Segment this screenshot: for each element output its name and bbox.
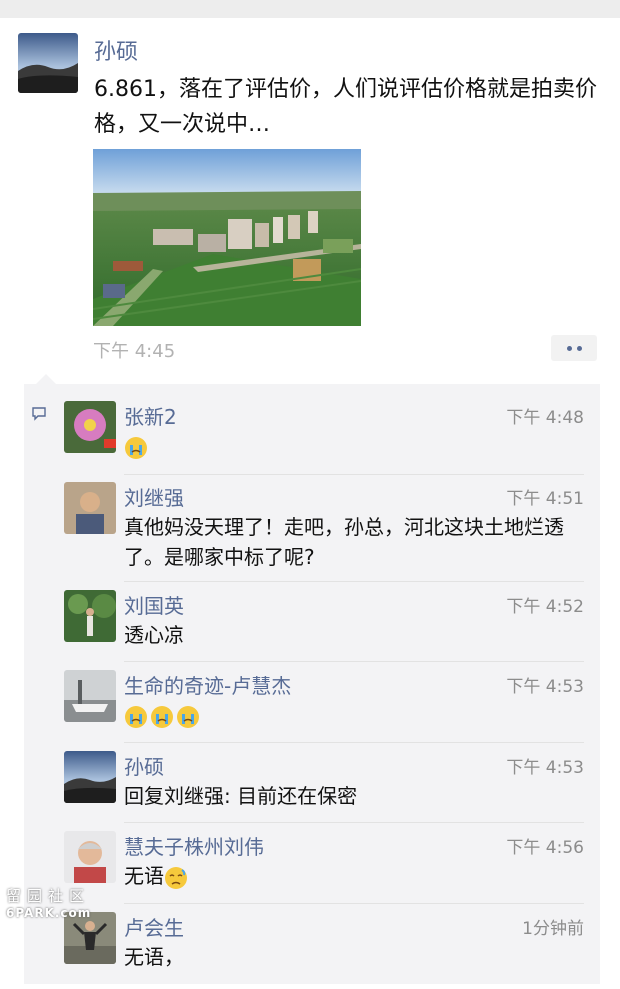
comment-text: 真他妈没天理了！走吧，孙总，河北这块土地烂透了。是哪家中标了呢? <box>124 515 564 569</box>
sad-face-icon <box>165 866 187 889</box>
more-dot <box>576 345 582 351</box>
comment-time: 下午 4:48 <box>506 408 584 428</box>
poster-avatar[interactable] <box>18 33 78 93</box>
post-photo[interactable] <box>93 149 361 326</box>
comment-separator <box>124 474 584 475</box>
comment-item[interactable]: 慧夫子株州刘伟 下午 4:56 无语 <box>64 831 584 891</box>
comment-item[interactable]: 刘继强 下午 4:51 真他妈没天理了！走吧，孙总，河北这块土地烂透了。是哪家中… <box>64 482 584 577</box>
crying-face-icon <box>125 436 147 459</box>
post-time: 下午 4:45 <box>93 341 176 362</box>
commenter-name[interactable]: 卢会生 <box>124 912 184 941</box>
site-watermark: 留园社区 6PARK.com <box>6 885 91 920</box>
more-actions-button[interactable] <box>551 335 597 361</box>
comment-time: 下午 4:53 <box>506 677 584 697</box>
commenter-name[interactable]: 生命的奇迹-卢慧杰 <box>124 670 291 699</box>
commenter-avatar[interactable] <box>64 751 116 803</box>
comment-text: 无语 <box>124 861 586 891</box>
post-text: 6.861，落在了评估价，人们说评估价格就是拍卖价格，又一次说中… <box>94 77 597 137</box>
comment-text-label: 无语 <box>124 864 164 888</box>
comment-separator <box>124 903 584 904</box>
comment-box-caret <box>36 374 56 384</box>
comment-time: 下午 4:51 <box>506 489 584 509</box>
comment-separator <box>124 822 584 823</box>
comment-time: 下午 4:56 <box>506 838 584 858</box>
commenter-avatar[interactable] <box>64 831 116 883</box>
comment-text <box>124 700 586 730</box>
comment-item[interactable]: 张新2 下午 4:48 <box>64 401 584 461</box>
commenter-avatar[interactable] <box>64 590 116 642</box>
comment-separator <box>124 742 584 743</box>
comment-text <box>124 431 586 461</box>
comment-text: 无语， <box>124 945 184 969</box>
comment-item[interactable]: 生命的奇迹-卢慧杰 下午 4:53 <box>64 670 584 730</box>
comment-time: 1分钟前 <box>522 919 584 939</box>
comment-icon <box>32 407 46 421</box>
commenter-avatar[interactable] <box>64 401 116 453</box>
comment-separator <box>124 581 584 582</box>
poster-name[interactable]: 孙硕 <box>94 34 138 66</box>
comment-separator <box>124 661 584 662</box>
commenter-name[interactable]: 慧夫子株州刘伟 <box>124 831 264 860</box>
watermark-en: 6PARK.com <box>6 906 92 920</box>
commenter-name[interactable]: 孙硕 <box>124 751 164 780</box>
comment-text: 透心凉 <box>124 623 184 647</box>
crying-face-icon <box>151 705 173 728</box>
commenter-avatar[interactable] <box>64 482 116 534</box>
watermark-cn: 留园社区 <box>6 887 91 905</box>
commenter-avatar[interactable] <box>64 670 116 722</box>
top-bar <box>0 0 620 18</box>
commenter-name[interactable]: 张新2 <box>124 401 177 430</box>
crying-face-icon <box>177 705 199 728</box>
commenter-name[interactable]: 刘国英 <box>124 590 184 619</box>
comment-text: 回复刘继强: 目前还在保密 <box>124 784 358 808</box>
more-dot <box>566 345 572 351</box>
commenter-name[interactable]: 刘继强 <box>124 482 184 511</box>
comment-time: 下午 4:52 <box>506 597 584 617</box>
comment-item[interactable]: 孙硕 下午 4:53 回复刘继强: 目前还在保密 <box>64 751 584 811</box>
crying-face-icon <box>125 705 147 728</box>
comment-item[interactable]: 卢会生 1分钟前 无语， <box>64 912 584 972</box>
comment-time: 下午 4:53 <box>506 758 584 778</box>
comment-item[interactable]: 刘国英 下午 4:52 透心凉 <box>64 590 584 650</box>
